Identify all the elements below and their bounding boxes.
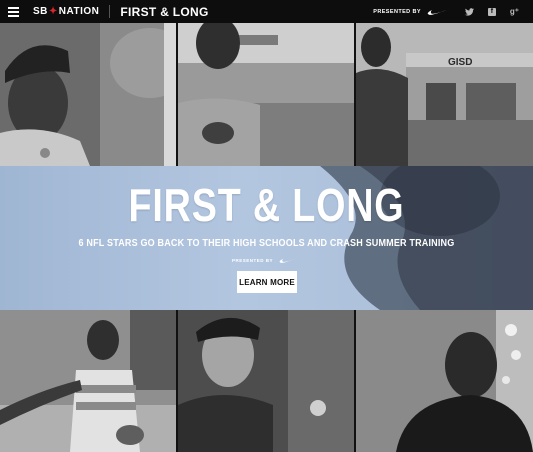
google-plus-icon[interactable]: g⁺	[510, 7, 519, 16]
player-football-photo	[178, 23, 354, 166]
photo-tile-player-nike-shirt[interactable]	[0, 310, 176, 452]
lightning-bolt-icon: ✦	[48, 6, 58, 17]
player-nike-shirt-photo	[0, 310, 176, 452]
learn-more-button[interactable]: LEARN MORE	[237, 271, 297, 293]
hero-banner: FIRST & LONG 6 NFL STARS GO BACK TO THEI…	[0, 166, 533, 310]
facebook-icon[interactable]: f	[487, 7, 496, 16]
player-school-photo: GISD	[356, 23, 533, 166]
player-backwards-cap-photo	[178, 310, 354, 452]
header-divider	[109, 5, 111, 18]
nike-swoosh-icon[interactable]	[427, 7, 453, 16]
social-links: f g⁺	[464, 7, 519, 16]
sbnation-logo[interactable]: SB✦NATION	[33, 6, 99, 17]
player-cap-photo	[0, 23, 176, 166]
logo-text-left: SB	[33, 6, 48, 17]
photo-tile-player-school[interactable]: GISD	[356, 23, 533, 166]
logo-text-right: NATION	[58, 6, 100, 17]
photo-tile-player-cap[interactable]	[0, 23, 176, 166]
hero-subtitle: 6 NFL STARS GO BACK TO THEIR HIGH SCHOOL…	[78, 237, 455, 249]
school-sign-text: GISD	[448, 57, 472, 68]
nike-swoosh-icon[interactable]	[279, 256, 301, 264]
top-navigation-bar: SB✦NATION FIRST & LONG PRESENTED BY f g⁺	[0, 0, 533, 23]
hero-presented-label: PRESENTED BY	[231, 257, 273, 263]
player-lights-photo	[356, 310, 533, 452]
hero-presented-by: PRESENTED BY	[0, 256, 533, 264]
menu-icon[interactable]	[8, 6, 19, 17]
twitter-icon[interactable]	[464, 7, 474, 16]
hero-title: FIRST & LONG	[128, 179, 405, 231]
presented-by-label: PRESENTED BY	[373, 8, 421, 15]
photo-tile-player-football[interactable]	[178, 23, 354, 166]
photo-tile-player-backwards-cap[interactable]	[178, 310, 354, 452]
hero-content: FIRST & LONG 6 NFL STARS GO BACK TO THEI…	[0, 166, 533, 310]
section-title[interactable]: FIRST & LONG	[120, 5, 208, 19]
photo-tile-player-lights[interactable]	[356, 310, 533, 452]
